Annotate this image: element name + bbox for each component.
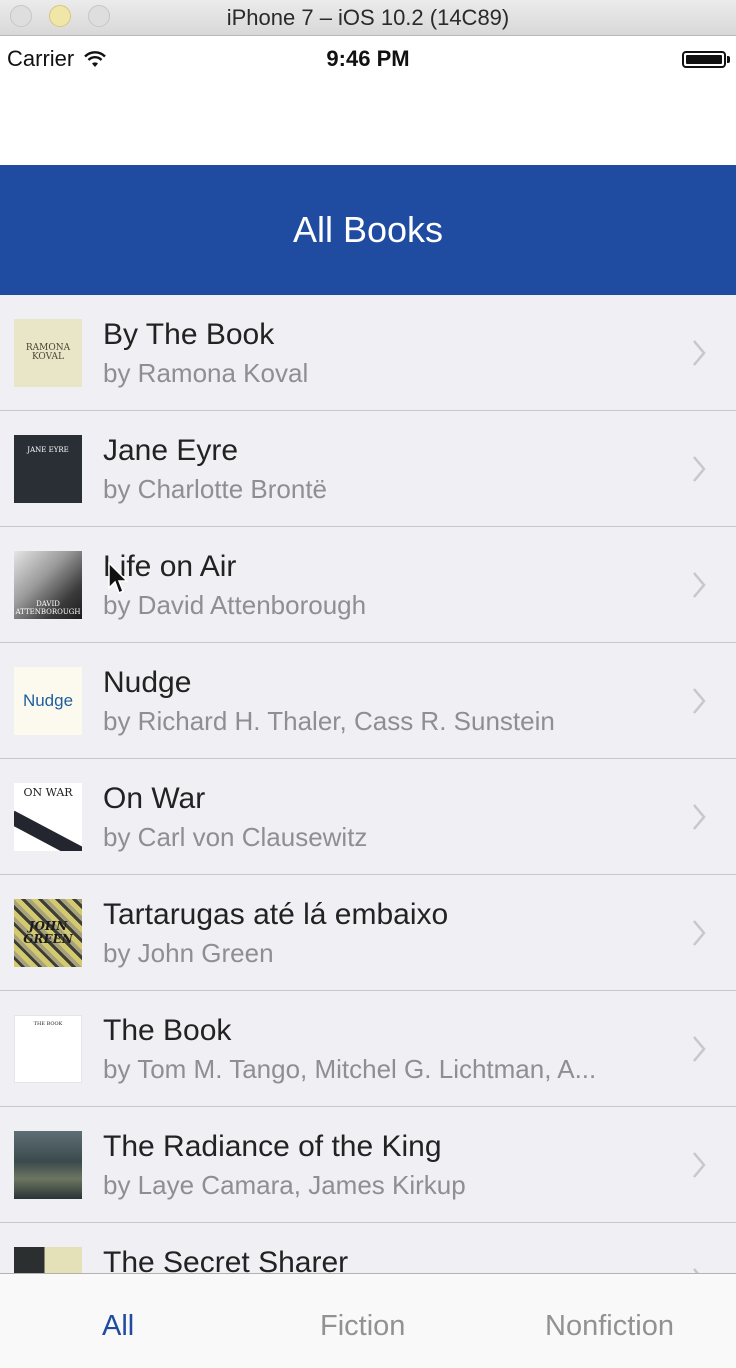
simulator-titlebar: iPhone 7 – iOS 10.2 (14C89) [0,0,736,36]
chevron-right-icon [693,804,706,830]
window-title: iPhone 7 – iOS 10.2 (14C89) [226,4,510,30]
chevron-right-icon [693,340,706,366]
cover-stripe [14,810,82,851]
cover-text: JANE EYRE [27,446,69,454]
chevron-right-icon [693,1152,706,1178]
book-cover-image [14,1247,82,1273]
window-controls [10,5,110,27]
book-cover-image: ON WAR [14,783,82,851]
book-row[interactable]: THE BOOK The Book by Tom M. Tango, Mitch… [0,991,736,1107]
book-row[interactable]: JANE EYRE Jane Eyre by Charlotte Brontë [0,411,736,527]
book-cover-image: JANE EYRE [14,435,82,503]
chevron-right-icon [693,572,706,598]
book-title: On War [103,782,206,815]
chevron-right-icon [693,688,706,714]
book-author: by Ramona Koval [103,358,309,388]
tab-nonfiction[interactable]: Nonfiction [545,1310,674,1343]
book-title: The Secret Sharer [103,1246,349,1273]
cover-text: ON WAR [23,786,73,799]
book-author: by Richard H. Thaler, Cass R. Sunstein [103,706,555,736]
book-title: The Book [103,1014,232,1047]
book-cover-image: RAMONA KOVAL [14,319,82,387]
book-row[interactable]: RAMONA KOVAL By The Book by Ramona Koval [0,295,736,411]
book-title: Nudge [103,666,192,699]
cover-text: DAVID ATTENBOROUGH [15,600,81,616]
book-row[interactable]: Nudge Nudge by Richard H. Thaler, Cass R… [0,643,736,759]
tab-bar: All Fiction Nonfiction [0,1273,736,1368]
top-spacer [0,81,736,165]
book-cover-image [14,1131,82,1199]
tab-all[interactable]: All [102,1310,134,1343]
book-author: by John Green [103,938,274,968]
chevron-right-icon [693,1036,706,1062]
page-title: All Books [292,209,444,250]
book-row[interactable]: ON WAR On War by Carl von Clausewitz [0,759,736,875]
book-cover-image: THE BOOK [14,1015,82,1083]
chevron-right-icon [693,456,706,482]
book-cover-image: JOHN GREEN [14,899,82,967]
book-row[interactable]: The Secret Sharer [0,1223,736,1273]
cover-text: JOHN GREEN [23,919,73,946]
close-window-button[interactable] [10,5,32,27]
navigation-bar: All Books [0,165,736,295]
cover-text: Nudge [22,691,74,711]
book-author: by Charlotte Brontë [103,474,328,504]
book-title: The Radiance of the King [103,1130,442,1163]
mouse-cursor-icon [108,562,128,595]
book-author: by David Attenborough [103,590,367,620]
phone-screen: Carrier 9:46 PM All Books RAMONA KOVAL B… [0,37,736,1368]
book-title: Tartarugas até lá embaixo [103,898,449,931]
cover-text: RAMONA KOVAL [25,342,71,362]
book-title: Jane Eyre [103,434,239,467]
book-cover-image: Nudge [14,667,82,735]
book-list[interactable]: RAMONA KOVAL By The Book by Ramona Koval… [0,295,736,1273]
chevron-right-icon [693,920,706,946]
book-cover-image: DAVID ATTENBOROUGH [14,551,82,619]
status-bar: Carrier 9:46 PM [0,37,736,81]
book-author: by Carl von Clausewitz [103,822,368,852]
tab-fiction[interactable]: Fiction [320,1310,405,1343]
zoom-window-button[interactable] [88,5,110,27]
cover-text: THE BOOK [33,1021,63,1027]
book-row[interactable]: The Radiance of the King by Laye Camara,… [0,1107,736,1223]
battery-icon [682,51,730,68]
book-author: by Laye Camara, James Kirkup [103,1170,466,1200]
status-time: 9:46 PM [326,46,410,71]
minimize-window-button[interactable] [49,5,71,27]
book-author: by Tom M. Tango, Mitchel G. Lichtman, A.… [103,1054,597,1084]
book-title: By The Book [103,318,275,351]
book-row[interactable]: JOHN GREEN Tartarugas até lá embaixo by … [0,875,736,991]
